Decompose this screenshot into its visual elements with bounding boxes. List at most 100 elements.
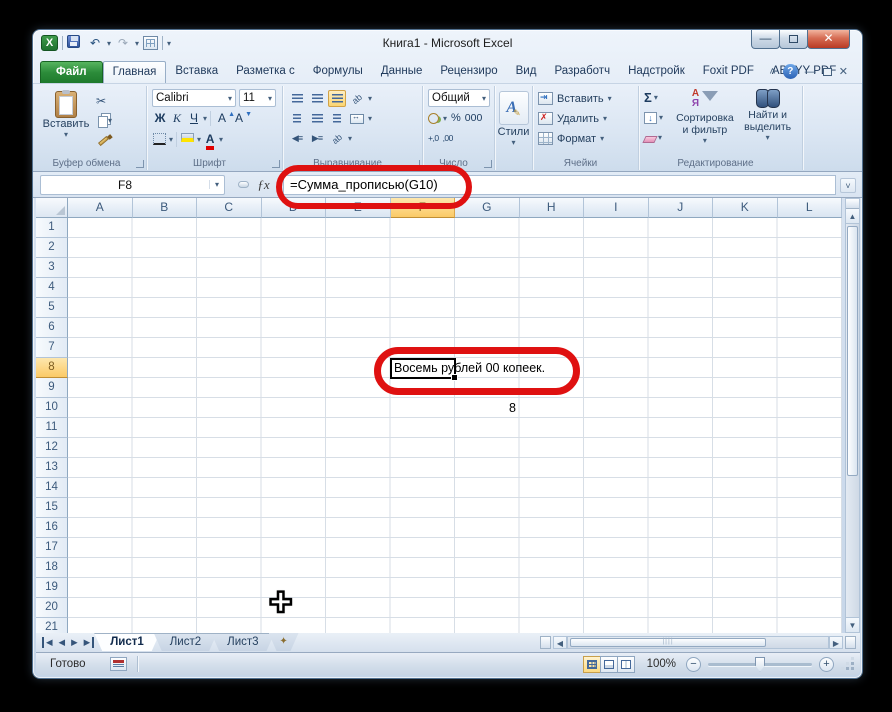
align-right-button[interactable] bbox=[328, 110, 346, 127]
insert-cells-button[interactable]: Вставить▾ bbox=[538, 90, 633, 107]
maximize-button[interactable] bbox=[779, 30, 808, 49]
record-macro-button[interactable] bbox=[110, 657, 127, 671]
merge-dropdown-icon[interactable]: ▾ bbox=[368, 114, 372, 123]
row-header-20[interactable]: 20 bbox=[36, 598, 68, 618]
row-header-7[interactable]: 7 bbox=[36, 338, 68, 358]
font-color-button[interactable]: А bbox=[202, 131, 218, 148]
number-format-combo[interactable]: Общий▾ bbox=[428, 89, 490, 107]
accounting-dropdown-icon[interactable]: ▾ bbox=[443, 114, 447, 123]
scroll-down-icon[interactable]: ▼ bbox=[846, 617, 859, 632]
tab-file[interactable]: Файл bbox=[40, 61, 103, 83]
cut-button[interactable]: ✂ bbox=[96, 92, 120, 109]
tab-view[interactable]: Вид bbox=[507, 61, 546, 83]
row-header-5[interactable]: 5 bbox=[36, 298, 68, 318]
increase-indent-button[interactable]: ▶≡ bbox=[308, 130, 326, 147]
row-header-17[interactable]: 17 bbox=[36, 538, 68, 558]
workbook-restore-icon[interactable] bbox=[823, 68, 832, 76]
scroll-up-icon[interactable]: ▲ bbox=[846, 209, 859, 224]
row-header-14[interactable]: 14 bbox=[36, 478, 68, 498]
decrease-decimal-button[interactable]: ,00 bbox=[443, 133, 453, 143]
autosum-button[interactable]: Σ▾ bbox=[644, 89, 672, 106]
name-box-dropdown-icon[interactable]: ▾ bbox=[209, 180, 224, 189]
column-header-b[interactable]: B bbox=[133, 198, 198, 218]
view-page-layout-button[interactable] bbox=[600, 656, 618, 673]
paste-button[interactable]: Вставить ▾ bbox=[42, 89, 90, 156]
cell-styles-button[interactable]: А✎ bbox=[499, 91, 529, 125]
zoom-slider-thumb[interactable] bbox=[755, 657, 765, 672]
view-page-break-button[interactable] bbox=[617, 656, 635, 673]
vertical-scroll-thumb[interactable] bbox=[847, 226, 858, 476]
help-icon[interactable]: ? bbox=[783, 64, 798, 79]
workbook-close-icon[interactable]: ✕ bbox=[839, 65, 848, 78]
tab-home[interactable]: Главная bbox=[103, 61, 167, 83]
prev-sheet-icon[interactable]: ◀ bbox=[57, 637, 68, 648]
decrease-indent-button[interactable]: ◀≡ bbox=[288, 130, 306, 147]
styles-dropdown-icon[interactable]: ▾ bbox=[511, 138, 515, 147]
font-color-dropdown-icon[interactable]: ▾ bbox=[219, 135, 223, 144]
tab-page-layout[interactable]: Разметка с bbox=[227, 61, 304, 83]
row-header-18[interactable]: 18 bbox=[36, 558, 68, 578]
tab-data[interactable]: Данные bbox=[372, 61, 432, 83]
delete-cells-button[interactable]: Удалить▾ bbox=[538, 110, 633, 127]
vertical-scrollbar[interactable]: ▲ ▼ bbox=[845, 198, 860, 633]
row-header-12[interactable]: 12 bbox=[36, 438, 68, 458]
sheet-tab-list3[interactable]: Лист3 bbox=[211, 633, 274, 651]
row-header-15[interactable]: 15 bbox=[36, 498, 68, 518]
hscroll-right-icon[interactable]: ▶ bbox=[829, 636, 843, 649]
align-center-button[interactable] bbox=[308, 110, 326, 127]
find-select-button[interactable]: Найти и выделить▾ bbox=[738, 89, 797, 156]
formula-bar-handle[interactable] bbox=[238, 181, 249, 188]
zoom-level[interactable]: 100% bbox=[647, 658, 676, 670]
cell-g10-value[interactable]: 8 bbox=[455, 398, 516, 418]
workbook-minimize-icon[interactable]: — bbox=[805, 66, 816, 78]
font-size-combo[interactable]: 11▾ bbox=[239, 89, 276, 107]
column-header-l[interactable]: L bbox=[778, 198, 843, 218]
format-painter-button[interactable] bbox=[96, 132, 120, 149]
first-sheet-icon[interactable]: ◀ bbox=[42, 637, 55, 648]
hscroll-left-icon[interactable]: ◀ bbox=[553, 636, 567, 649]
insert-worksheet-button[interactable]: ✦ bbox=[269, 633, 299, 651]
accounting-format-icon[interactable] bbox=[428, 113, 439, 124]
close-button[interactable]: ✕ bbox=[807, 30, 850, 49]
merge-center-button[interactable] bbox=[348, 110, 366, 127]
sort-filter-button[interactable]: АЯ Сортировка и фильтр▾ bbox=[676, 89, 735, 156]
row-header-6[interactable]: 6 bbox=[36, 318, 68, 338]
orientation-button[interactable]: ab bbox=[348, 90, 366, 107]
align-middle-button[interactable] bbox=[308, 90, 326, 107]
increase-decimal-button[interactable]: +,0 bbox=[428, 133, 439, 143]
borders-button[interactable] bbox=[152, 131, 168, 148]
resize-grip[interactable] bbox=[842, 661, 854, 673]
font-name-combo[interactable]: Calibri▾ bbox=[152, 89, 236, 107]
bold-button[interactable]: Ж bbox=[152, 110, 168, 127]
align-left-button[interactable] bbox=[288, 110, 306, 127]
row-header-2[interactable]: 2 bbox=[36, 238, 68, 258]
next-sheet-icon[interactable]: ▶ bbox=[69, 637, 80, 648]
percent-style-button[interactable]: % bbox=[451, 112, 461, 124]
copy-button[interactable]: ▾ bbox=[96, 112, 120, 129]
italic-button[interactable]: К bbox=[169, 110, 185, 127]
align-bottom-button[interactable] bbox=[328, 90, 346, 107]
tab-addins[interactable]: Надстройк bbox=[619, 61, 694, 83]
column-header-k[interactable]: K bbox=[713, 198, 778, 218]
underline-dropdown-icon[interactable]: ▾ bbox=[203, 114, 207, 123]
borders-dropdown-icon[interactable]: ▾ bbox=[169, 135, 173, 144]
select-all-corner[interactable] bbox=[36, 198, 68, 218]
font-dialog-launcher[interactable] bbox=[272, 160, 280, 168]
fill-dropdown-icon[interactable]: ▾ bbox=[197, 135, 201, 144]
clear-button[interactable]: ▾ bbox=[644, 129, 672, 146]
row-header-8-selected[interactable]: 8 bbox=[36, 358, 68, 378]
column-header-c[interactable]: C bbox=[197, 198, 262, 218]
row-header-13[interactable]: 13 bbox=[36, 458, 68, 478]
zoom-slider[interactable] bbox=[708, 663, 812, 666]
name-box[interactable]: F8 ▾ bbox=[40, 175, 225, 195]
tab-formulas[interactable]: Формулы bbox=[304, 61, 372, 83]
tab-split-handle[interactable] bbox=[540, 636, 551, 649]
last-sheet-icon[interactable]: ▶ bbox=[82, 637, 95, 648]
horizontal-split-handle[interactable] bbox=[845, 636, 856, 649]
column-header-j[interactable]: J bbox=[649, 198, 714, 218]
clipboard-dialog-launcher[interactable] bbox=[136, 160, 144, 168]
wrap-dropdown-icon[interactable]: ▾ bbox=[348, 134, 352, 143]
cells-area[interactable]: Восемь рублей 00 копеек. 8 bbox=[68, 218, 842, 633]
row-header-16[interactable]: 16 bbox=[36, 518, 68, 538]
expand-formula-bar-icon[interactable]: ˅ bbox=[840, 178, 856, 193]
